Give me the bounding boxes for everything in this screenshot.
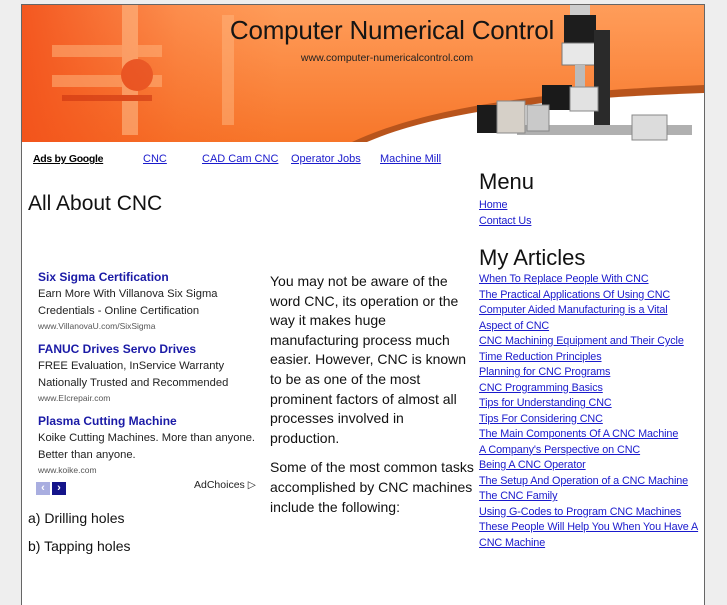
ad-link-cad-cam-cnc[interactable]: CAD Cam CNC [202, 153, 278, 165]
menu-link-home[interactable]: Home [479, 199, 508, 211]
site-title: Computer Numerical Control [229, 15, 555, 45]
site-header-banner: Computer Numerical Control www.computer-… [22, 5, 704, 142]
page-container: Computer Numerical Control www.computer-… [21, 4, 705, 605]
ad-item[interactable]: FANUC Drives Servo Drives FREE Evaluatio… [38, 341, 268, 404]
adchoices-link[interactable]: AdChoices ▷ [194, 479, 256, 491]
article-link[interactable]: The Setup And Operation of a CNC Machine [479, 475, 688, 487]
ad-link-cnc[interactable]: CNC [143, 153, 167, 165]
article-link[interactable]: The CNC Family [479, 490, 557, 502]
menu-heading: Menu [479, 169, 535, 194]
ad-description: FREE Evaluation, InService Warranty Nati… [38, 360, 229, 389]
chevron-right-icon[interactable]: › [52, 482, 66, 495]
ad-description: Koike Cutting Machines. More than anyone… [38, 432, 256, 461]
ad-link-operator-jobs[interactable]: Operator Jobs [291, 153, 361, 165]
article-link[interactable]: A Company's Perspective on CNC [479, 444, 640, 456]
articles-heading: My Articles [479, 245, 586, 270]
ads-by-google-link[interactable]: Ads by Google [33, 153, 104, 165]
ad-pagination: ‹ › [36, 478, 68, 496]
article-link[interactable]: Being A CNC Operator [479, 459, 586, 471]
ad-url[interactable]: www.EIcrepair.com [38, 392, 268, 404]
article-paragraph: Some of the most common tasks accomplish… [270, 459, 474, 515]
article-link[interactable]: Computer Aided Manufacturing is a Vital … [479, 304, 668, 332]
article-link[interactable]: The Practical Applications Of Using CNC [479, 289, 670, 301]
menu-list: Home Contact Us [479, 198, 709, 229]
ad-item[interactable]: Six Sigma Certification Earn More With V… [38, 269, 268, 332]
ad-description: Earn More With Villanova Six Sigma Crede… [38, 288, 218, 317]
task-list-item: b) Tapping holes [28, 538, 131, 554]
article-paragraph: You may not be aware of the word CNC, it… [270, 273, 467, 446]
chevron-left-icon[interactable]: ‹ [36, 482, 50, 495]
article-link[interactable]: Using G-Codes to Program CNC Machines [479, 506, 681, 518]
sidebar: Menu Home Contact Us My Articles When To… [479, 169, 709, 551]
task-list-item: a) Drilling holes [28, 510, 125, 526]
page-title: All About CNC [28, 192, 163, 215]
article-link[interactable]: CNC Programming Basics [479, 382, 603, 394]
article-link[interactable]: These People Will Help You When You Have… [479, 521, 698, 549]
ad-link-machine-mill[interactable]: Machine Mill [380, 153, 441, 165]
articles-list: When To Replace People With CNC The Prac… [479, 272, 709, 551]
article-body: You may not be aware of the word CNC, it… [270, 272, 475, 527]
ad-title[interactable]: Six Sigma Certification [38, 269, 268, 286]
article-link[interactable]: Tips for Understanding CNC [479, 397, 612, 409]
ad-url[interactable]: www.koike.com [38, 464, 268, 476]
ad-block: Six Sigma Certification Earn More With V… [38, 269, 268, 485]
menu-link-contact-us[interactable]: Contact Us [479, 215, 532, 227]
article-link[interactable]: Planning for CNC Programs [479, 366, 610, 378]
ad-item[interactable]: Plasma Cutting Machine Koike Cutting Mac… [38, 413, 268, 476]
ad-title[interactable]: Plasma Cutting Machine [38, 413, 268, 430]
article-link[interactable]: The Main Components Of A CNC Machine [479, 428, 678, 440]
ad-url[interactable]: www.VillanovaU.com/SixSigma [38, 320, 268, 332]
article-link[interactable]: When To Replace People With CNC [479, 273, 649, 285]
site-url: www.computer-numericalcontrol.com [300, 52, 474, 64]
article-link[interactable]: CNC Machining Equipment and Their Cycle … [479, 335, 684, 363]
ad-title[interactable]: FANUC Drives Servo Drives [38, 341, 268, 358]
article-link[interactable]: Tips For Considering CNC [479, 413, 603, 425]
